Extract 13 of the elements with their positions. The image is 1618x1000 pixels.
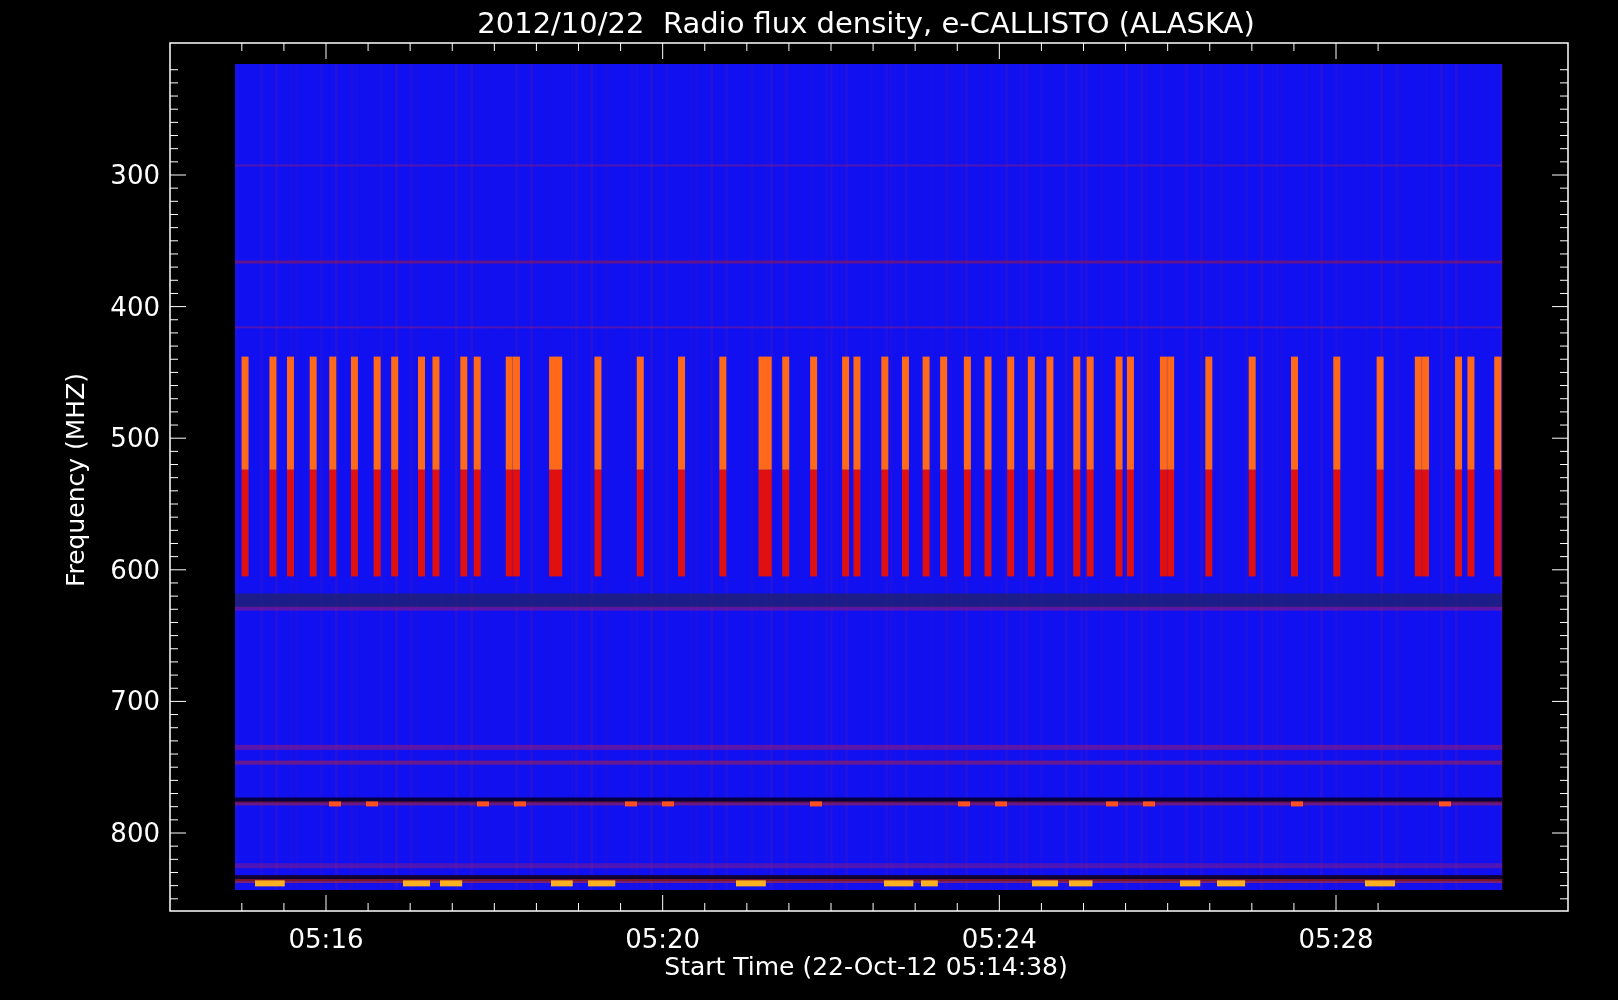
- x-tick-label: 05:24: [961, 924, 1037, 954]
- y-tick-label: 700: [110, 686, 160, 717]
- y-tick-label: 800: [110, 818, 160, 848]
- y-axis-label: Frequency (MHZ): [61, 372, 90, 588]
- y-tick-label: 400: [110, 291, 160, 322]
- x-axis-label: Start Time (22-Oct-12 05:14:38): [664, 952, 1068, 981]
- x-tick-label: 05:16: [288, 924, 364, 954]
- y-tick-label: 600: [110, 554, 160, 585]
- x-tick-label: 05:20: [625, 924, 701, 954]
- chart-title: 2012/10/22 Radio flux density, e-CALLISTO (ALASKA): [477, 6, 1255, 40]
- y-tick-label: 300: [110, 160, 160, 190]
- x-tick-label: 05:28: [1298, 924, 1374, 954]
- y-tick-label: 500: [110, 423, 160, 454]
